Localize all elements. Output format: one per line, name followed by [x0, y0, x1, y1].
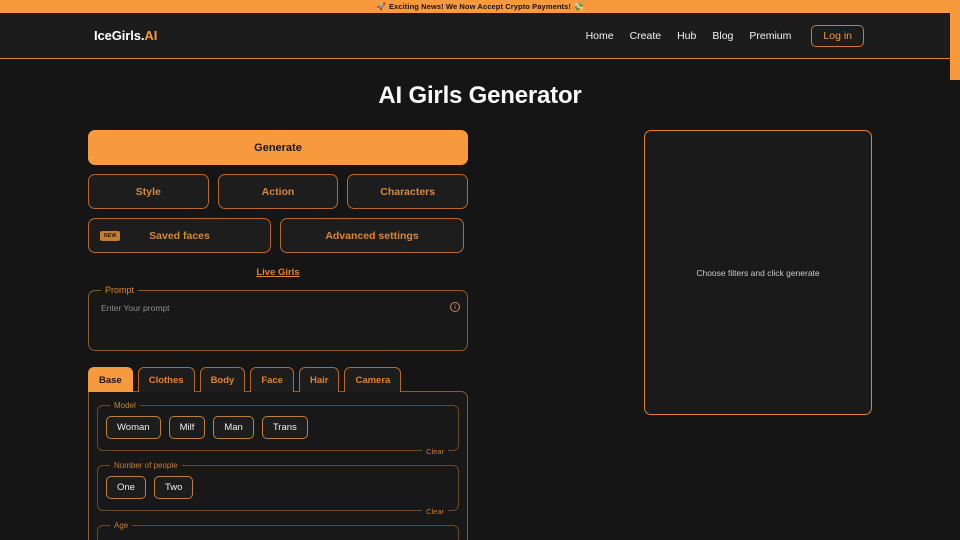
tab-face[interactable]: Face: [250, 367, 294, 392]
characters-button[interactable]: Characters: [347, 174, 469, 209]
option-woman[interactable]: Woman: [106, 416, 161, 439]
saved-faces-button[interactable]: NEW Saved faces: [88, 218, 271, 253]
option-man[interactable]: Man: [213, 416, 254, 439]
tab-body[interactable]: Body: [199, 367, 246, 392]
main-content: Generate Style Action Characters NEW Sav…: [0, 130, 960, 540]
group-model-options: Woman Milf Man Trans: [106, 413, 450, 442]
option-one[interactable]: One: [106, 476, 146, 499]
nav-item-hub[interactable]: Hub: [677, 30, 696, 42]
live-girls-link-wrapper: Live Girls: [88, 262, 468, 280]
page-scrollbar-track[interactable]: [950, 0, 960, 540]
page-title: AI Girls Generator: [378, 82, 582, 109]
nav-item-home[interactable]: Home: [586, 30, 614, 42]
group-age-options: [106, 533, 450, 539]
nav-item-premium[interactable]: Premium: [749, 30, 791, 42]
tab-panel-base: Model Woman Milf Man Trans Clear Number …: [88, 391, 468, 540]
tab-base[interactable]: Base: [88, 367, 133, 392]
generator-controls-column: Generate Style Action Characters NEW Sav…: [88, 130, 469, 540]
clear-model-link[interactable]: Clear: [422, 447, 448, 456]
advanced-settings-label: Advanced settings: [325, 229, 419, 242]
group-number-of-people-legend: Number of people: [114, 461, 178, 470]
tab-clothes[interactable]: Clothes: [137, 367, 195, 392]
clear-number-of-people-link[interactable]: Clear: [422, 507, 448, 516]
prompt-input[interactable]: [99, 301, 457, 345]
announcement-text: Exciting News! We Now Accept Crypto Paym…: [388, 2, 572, 11]
announcement-banner: 🚀 Exciting News! We Now Accept Crypto Pa…: [0, 0, 960, 13]
page-scrollbar-thumb[interactable]: [950, 0, 960, 80]
action-button[interactable]: Action: [217, 174, 339, 209]
filter-button-row-secondary: NEW Saved faces Advanced settings: [88, 218, 468, 253]
advanced-settings-button[interactable]: Advanced settings: [280, 218, 464, 253]
group-age-legend: Age: [114, 521, 129, 530]
group-number-of-people: Number of people One Two Clear: [97, 461, 459, 516]
generate-button[interactable]: Generate: [88, 130, 468, 165]
tab-hair[interactable]: Hair: [298, 367, 340, 392]
site-header: IceGirls.AI Home Create Hub Blog Premium…: [0, 13, 960, 59]
filter-tabs: Base Clothes Body Face Hair Camera: [88, 367, 468, 392]
new-badge: NEW: [100, 230, 121, 241]
money-flying-icon: 💸: [574, 2, 584, 11]
prompt-legend: Prompt: [105, 285, 135, 295]
preview-column: Choose filters and click generate: [644, 130, 872, 415]
preview-empty-text: Choose filters and click generate: [696, 267, 820, 278]
logo-text-main: IceGirls.: [94, 28, 145, 43]
live-girls-link[interactable]: Live Girls: [256, 267, 299, 278]
site-logo[interactable]: IceGirls.AI: [94, 28, 157, 43]
group-age: Age: [97, 521, 459, 540]
nav-item-blog[interactable]: Blog: [712, 30, 733, 42]
filter-button-row-primary: Style Action Characters: [88, 174, 469, 209]
preview-panel[interactable]: Choose filters and click generate: [644, 130, 872, 415]
login-button[interactable]: Log in: [811, 24, 864, 47]
rocket-icon: 🚀: [376, 2, 386, 11]
info-icon[interactable]: i: [450, 302, 460, 312]
group-model: Model Woman Milf Man Trans Clear: [97, 401, 459, 456]
prompt-fieldset: Prompt i: [88, 285, 468, 351]
option-milf[interactable]: Milf: [168, 416, 206, 439]
option-two[interactable]: Two: [153, 476, 194, 499]
logo-text-accent: AI: [144, 28, 158, 43]
group-number-of-people-options: One Two: [106, 473, 450, 502]
nav-item-create[interactable]: Create: [630, 30, 662, 42]
option-trans[interactable]: Trans: [261, 416, 308, 439]
main-navigation: Home Create Hub Blog Premium Log in: [586, 24, 864, 47]
group-model-legend: Model: [114, 401, 136, 410]
tab-camera[interactable]: Camera: [344, 367, 402, 392]
style-button[interactable]: Style: [88, 174, 209, 209]
saved-faces-label: Saved faces: [149, 229, 210, 242]
